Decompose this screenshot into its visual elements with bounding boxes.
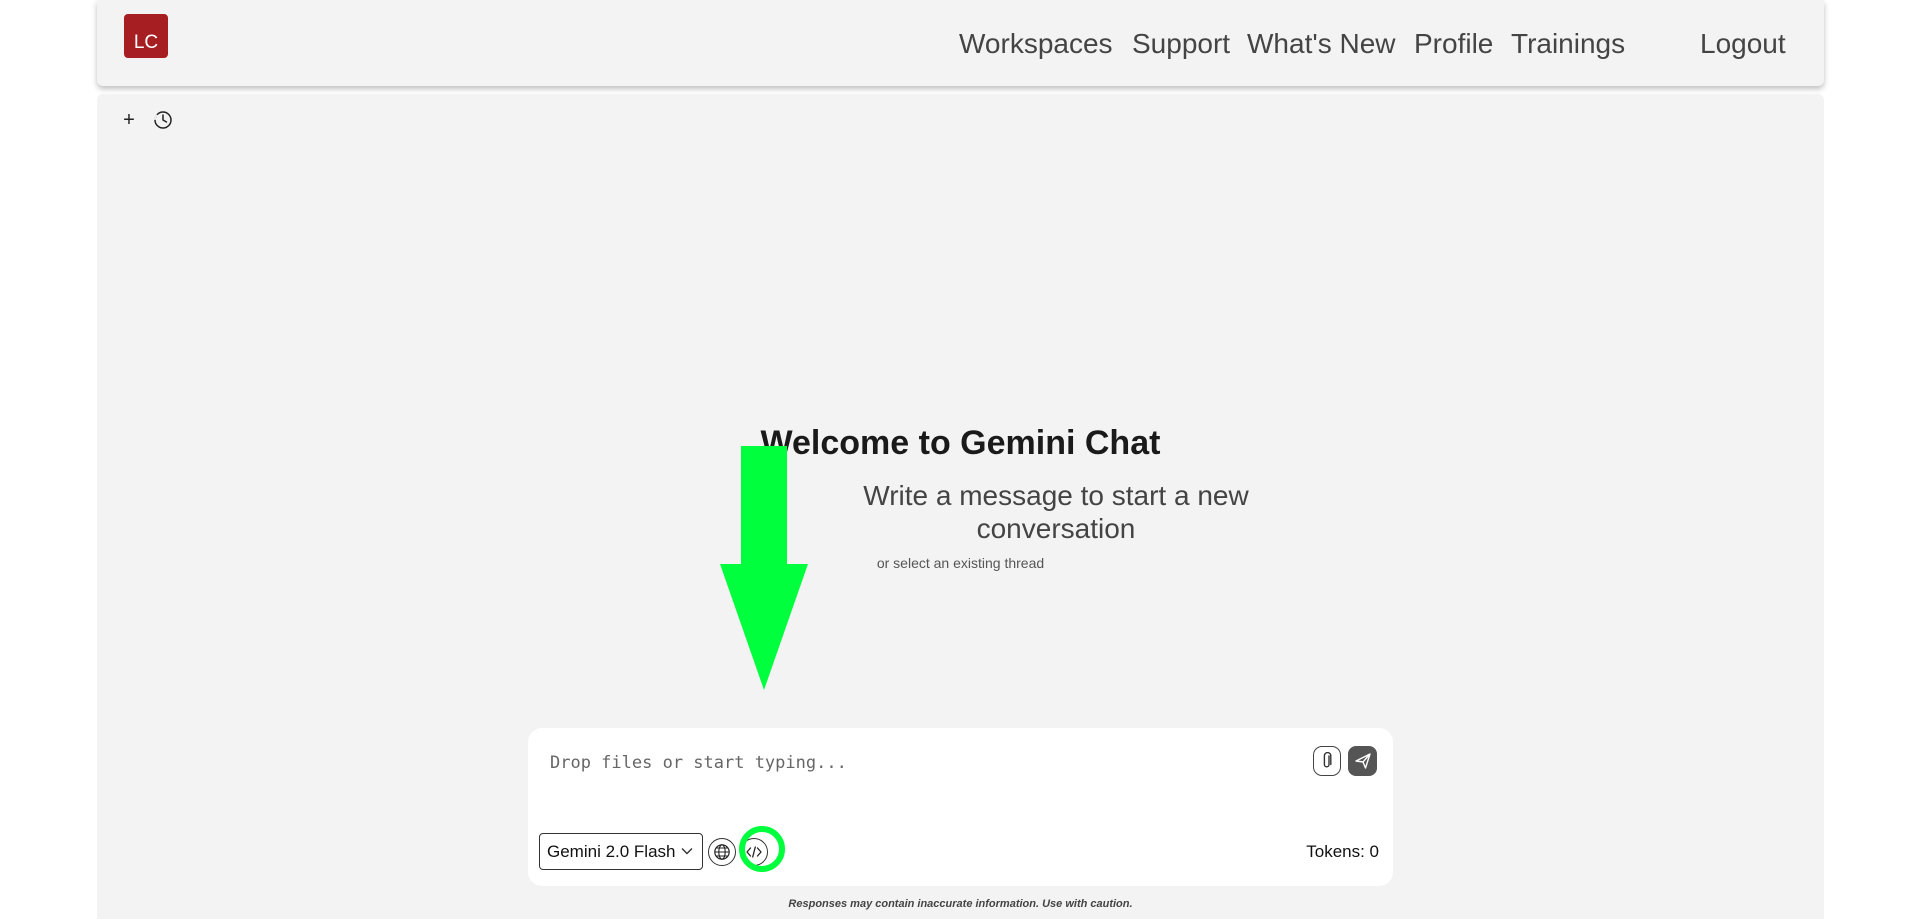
new-chat-button[interactable]: + <box>119 110 139 130</box>
message-input[interactable] <box>548 742 1292 784</box>
clock-icon <box>154 111 172 129</box>
app-logo[interactable]: LC <box>124 14 168 58</box>
model-select-value: Gemini 2.0 Flash <box>547 841 676 861</box>
globe-icon <box>714 844 730 860</box>
attach-file-button[interactable] <box>1313 746 1341 776</box>
welcome-hint: or select an existing thread <box>876 555 1045 571</box>
nav-link-support[interactable]: Support <box>1132 22 1230 66</box>
welcome-title: Welcome to Gemini Chat <box>760 424 1161 462</box>
model-select[interactable]: Gemini 2.0 Flash <box>539 833 703 870</box>
page: LC Workspaces Support What's New Profile… <box>0 0 1920 919</box>
token-counter: Tokens: 0 <box>1306 842 1379 861</box>
welcome-subtitle: Write a message to start a new conversat… <box>863 480 1249 544</box>
paperclip-icon <box>1323 752 1332 768</box>
nav-link-trainings[interactable]: Trainings <box>1511 22 1625 66</box>
top-navigation-bar: LC Workspaces Support What's New Profile… <box>97 0 1824 86</box>
send-icon <box>1354 753 1371 769</box>
code-icon <box>746 846 762 858</box>
chevron-down-icon <box>681 848 693 855</box>
logout-link[interactable]: Logout <box>1700 22 1786 66</box>
nav-link-workspaces[interactable]: Workspaces <box>959 22 1113 66</box>
nav-link-whats-new[interactable]: What's New <box>1247 22 1396 66</box>
history-button[interactable] <box>153 110 173 130</box>
chat-main-panel: + Welcome to Gemini Chat Write a message… <box>97 94 1824 919</box>
code-execution-toggle[interactable] <box>740 838 768 866</box>
disclaimer-text: Responses may contain inaccurate informa… <box>788 898 1133 910</box>
nav-link-profile[interactable]: Profile <box>1414 22 1493 66</box>
web-search-toggle[interactable] <box>708 838 736 866</box>
message-composer: Gemini 2.0 Flash Tokens: 0 <box>528 728 1393 886</box>
send-button[interactable] <box>1348 746 1377 776</box>
